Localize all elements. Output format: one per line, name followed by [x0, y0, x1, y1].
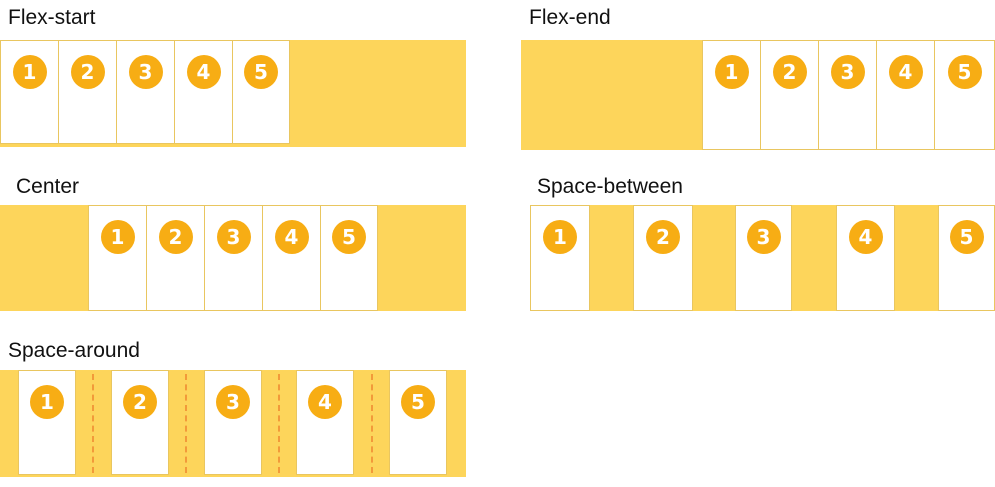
number-badge: 4	[186, 55, 221, 89]
number-badge: 4	[274, 220, 309, 254]
number-badge: 1	[30, 385, 64, 419]
container-center: 1 2 3 4 5	[0, 205, 466, 311]
panel-title-space-around: Space-around	[8, 339, 140, 362]
number-badge: 5	[244, 55, 278, 89]
number-badge: 1	[100, 220, 135, 254]
flex-item: 1	[0, 40, 59, 144]
number-badge: 4	[888, 55, 923, 89]
flex-item: 2	[146, 205, 205, 311]
number-badge: 5	[949, 220, 984, 254]
flex-item: 3	[204, 205, 263, 311]
container-flex-end: 1 2 3 4 5	[521, 40, 995, 150]
flex-item: 3	[116, 40, 175, 144]
number-badge: 4	[848, 220, 883, 254]
spacing-divider	[185, 374, 187, 473]
flex-item: 4	[836, 205, 895, 311]
panel-title-center: Center	[16, 175, 80, 198]
number-badge: 4	[308, 385, 342, 419]
spacing-divider	[278, 374, 280, 473]
container-space-around: 1 2 3 4 5	[0, 370, 466, 477]
flex-item: 1	[88, 205, 147, 311]
flex-item: 5	[320, 205, 378, 311]
flex-item: 3	[735, 205, 792, 311]
flex-item: 1	[18, 370, 76, 475]
container-flex-start: 1 2 3 4 5	[0, 40, 466, 147]
flex-item: 2	[58, 40, 117, 144]
flex-item: 3	[818, 40, 877, 150]
flex-item: 5	[389, 370, 447, 475]
panel-title-flex-start: Flex-start	[8, 6, 96, 29]
flex-item: 2	[111, 370, 169, 475]
number-badge: 3	[830, 55, 865, 89]
number-badge: 5	[401, 385, 435, 419]
flex-item: 5	[934, 40, 995, 150]
flex-item: 5	[232, 40, 290, 144]
flex-item: 1	[702, 40, 761, 150]
flex-item: 4	[262, 205, 321, 311]
flex-item: 4	[174, 40, 233, 144]
flex-item: 4	[876, 40, 935, 150]
number-badge: 3	[746, 220, 781, 254]
number-badge: 3	[216, 385, 250, 419]
spacing-divider	[371, 374, 373, 473]
number-badge: 2	[70, 55, 105, 89]
container-space-between: 1 2 3 4 5	[530, 205, 995, 311]
panel-title-flex-end: Flex-end	[529, 6, 611, 29]
number-badge: 5	[332, 220, 366, 254]
number-badge: 2	[123, 385, 157, 419]
number-badge: 2	[772, 55, 807, 89]
spacing-divider	[92, 374, 94, 473]
flex-item: 5	[938, 205, 995, 311]
number-badge: 2	[646, 220, 680, 254]
number-badge: 5	[947, 55, 982, 89]
number-badge: 1	[543, 220, 577, 254]
number-badge: 3	[216, 220, 251, 254]
flex-item: 4	[296, 370, 354, 475]
panel-title-space-between: Space-between	[537, 175, 683, 198]
flex-item: 3	[204, 370, 262, 475]
number-badge: 2	[158, 220, 193, 254]
number-badge: 3	[128, 55, 163, 89]
number-badge: 1	[714, 55, 749, 89]
flex-item: 2	[760, 40, 819, 150]
flex-item: 2	[633, 205, 693, 311]
number-badge: 1	[12, 55, 47, 89]
flex-item: 1	[530, 205, 590, 311]
